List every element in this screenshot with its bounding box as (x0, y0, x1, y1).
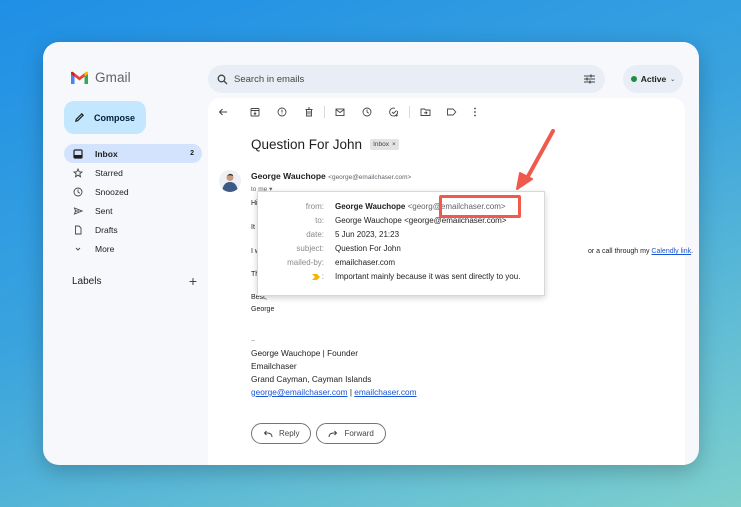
details-row-importance: : Important mainly because it was sent d… (258, 271, 544, 283)
details-row-mailed-by: mailed-by: emailchaser.com (258, 257, 544, 269)
more-vert-icon[interactable] (468, 105, 482, 119)
details-row-subject: subject: Question For John (258, 243, 544, 255)
sidebar-item-starred[interactable]: Starred (64, 163, 202, 182)
reply-button[interactable]: Reply (251, 423, 312, 444)
remove-label-icon[interactable]: × (392, 141, 396, 148)
email-subject-row: Question For John Inbox × (251, 137, 399, 152)
compose-button[interactable]: Compose (64, 101, 146, 134)
status-label: Active (640, 74, 667, 84)
details-key: : (311, 271, 324, 283)
gmail-m-icon (71, 71, 88, 84)
details-value: Question For John (335, 244, 401, 253)
toolbar-divider (324, 106, 325, 118)
signature-links: george@emailchaser.com | emailchaser.com (251, 386, 417, 399)
call-text: or a call through my (588, 248, 652, 255)
star-icon (73, 167, 83, 178)
details-key: from: (305, 202, 324, 211)
forward-icon (328, 430, 338, 437)
inbox-unread-count: 2 (190, 150, 194, 157)
reply-actions: Reply Forward (251, 423, 386, 444)
details-value: emailchaser.com (335, 258, 396, 267)
sidebar-item-drafts[interactable]: Drafts (64, 220, 202, 239)
sender-email: <george@emailchaser.com> (328, 174, 412, 181)
labels-section: Labels + (72, 273, 197, 289)
tune-icon[interactable] (584, 74, 595, 84)
search-input[interactable] (234, 73, 584, 85)
details-key: to: (315, 216, 324, 225)
sender-avatar[interactable] (219, 170, 241, 192)
calendly-link[interactable]: Calendly link (651, 248, 691, 255)
details-value: Important mainly because it was sent dir… (335, 272, 521, 281)
email-signature: -- George Wauchope | Founder Emailchaser… (251, 335, 417, 399)
back-arrow-icon[interactable] (216, 105, 230, 119)
forward-label: Forward (344, 429, 374, 438)
archive-icon[interactable] (248, 105, 262, 119)
report-spam-icon[interactable] (275, 105, 289, 119)
mark-unread-icon[interactable] (333, 105, 347, 119)
draft-icon (73, 225, 83, 235)
period: . (691, 248, 694, 255)
sidebar-item-label: More (95, 243, 115, 254)
snooze-icon[interactable] (360, 105, 374, 119)
signature-separator: -- (251, 338, 255, 344)
annotation-highlight-box (439, 195, 521, 218)
sidebar-item-inbox[interactable]: Inbox 2 (64, 144, 202, 163)
sidebar-item-sent[interactable]: Sent (64, 201, 202, 220)
details-key: subject: (296, 244, 324, 253)
sidebar-item-label: Inbox (95, 148, 118, 159)
move-to-icon[interactable] (418, 105, 432, 119)
toolbar-divider (409, 106, 410, 118)
signature-site-link[interactable]: emailchaser.com (354, 387, 416, 397)
labels-heading: Labels (72, 275, 102, 287)
details-key: date: (306, 230, 324, 239)
sidebar-item-label: Drafts (95, 224, 118, 235)
from-addr-prefix: <georg (405, 202, 433, 211)
add-task-icon[interactable] (387, 105, 401, 119)
signature-email-link[interactable]: george@emailchaser.com (251, 387, 348, 397)
gmail-logo-text: Gmail (95, 70, 131, 85)
importance-marker-icon (311, 273, 320, 280)
send-icon (73, 206, 83, 216)
chevron-down-icon (73, 244, 83, 254)
body-line-call: or a call through my Calendly link. (588, 248, 693, 255)
pencil-icon (75, 112, 85, 122)
inbox-label-badge: Inbox × (370, 139, 399, 150)
sidebar-item-more[interactable]: More (64, 239, 202, 258)
forward-button[interactable]: Forward (316, 423, 386, 444)
signature-company: Emailchaser (251, 361, 297, 371)
sidebar-item-label: Snoozed (95, 186, 129, 197)
label-icon[interactable] (444, 105, 458, 119)
sidebar-nav: Inbox 2 Starred Snoozed Sent Drafts More (64, 144, 202, 258)
body-line: George (251, 306, 275, 313)
details-row-date: date: 5 Jun 2023, 21:23 (258, 229, 544, 241)
badge-label: Inbox (373, 141, 389, 148)
signature-name-title: George Wauchope | Founder (251, 348, 359, 358)
details-key: mailed-by: (287, 258, 324, 267)
status-selector[interactable]: Active ⌄ (623, 65, 683, 93)
inbox-icon (73, 148, 83, 159)
from-name: George Wauchope (335, 202, 406, 211)
reply-icon (263, 430, 273, 437)
sender-line: George Wauchope <george@emailchaser.com> (251, 171, 411, 181)
email-toolbar (216, 104, 482, 120)
signature-location: Grand Cayman, Cayman Islands (251, 374, 372, 384)
clock-icon (73, 187, 83, 197)
plus-icon[interactable]: + (189, 273, 197, 289)
details-key-text: : (321, 272, 324, 281)
sidebar-item-label: Starred (95, 167, 123, 178)
sender-name[interactable]: George Wauchope (251, 171, 326, 181)
email-subject: Question For John (251, 137, 363, 152)
reply-label: Reply (279, 429, 300, 438)
search-bar (208, 65, 605, 93)
search-icon[interactable] (217, 74, 228, 85)
gmail-logo[interactable]: Gmail (70, 70, 131, 85)
compose-label: Compose (94, 112, 136, 123)
status-dot (630, 76, 637, 82)
delete-icon[interactable] (302, 105, 316, 119)
chevron-down-icon: ⌄ (670, 76, 676, 83)
sidebar-item-snoozed[interactable]: Snoozed (64, 182, 202, 201)
details-value: 5 Jun 2023, 21:23 (335, 230, 400, 239)
sidebar-item-label: Sent (95, 205, 113, 216)
